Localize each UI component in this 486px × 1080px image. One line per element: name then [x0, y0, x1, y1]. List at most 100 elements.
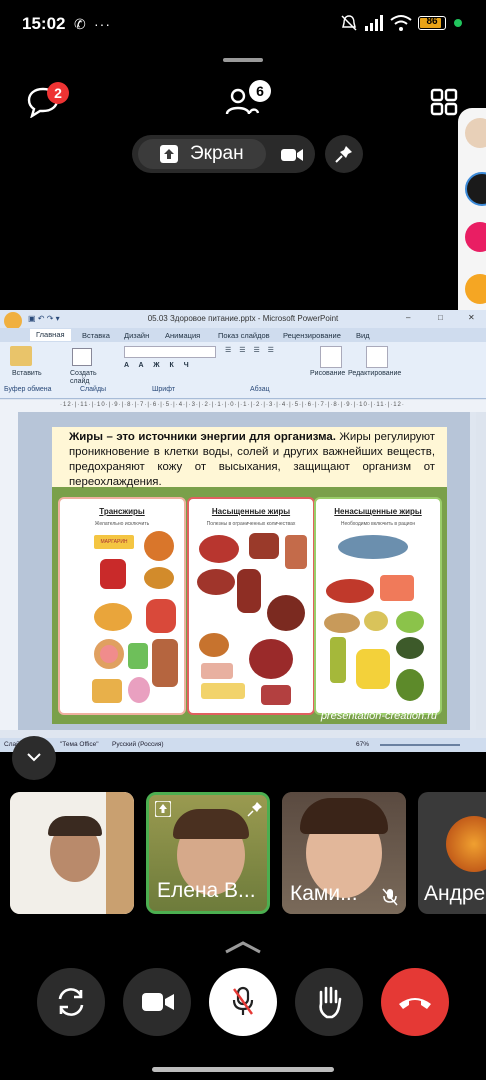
card-trans-fats-title: Трансжиры [99, 507, 145, 516]
almonds-icon [324, 613, 360, 633]
candy-icon [128, 643, 148, 669]
video-camera-icon[interactable] [280, 147, 304, 163]
tab-slideshow[interactable]: Показ слайдов [218, 331, 270, 340]
mic-toggle-button[interactable] [209, 968, 277, 1036]
drawing-icon[interactable] [320, 346, 342, 368]
tab-view[interactable]: Вид [356, 331, 370, 340]
tab-insert[interactable]: Вставка [82, 331, 110, 340]
screen-share-button[interactable]: Экран [138, 139, 266, 169]
card-unsaturated-fats-subtitle: Необходимо включить в рацион [340, 521, 416, 527]
participant-name: Елена В... [157, 879, 256, 902]
red-caviar-icon [326, 579, 374, 603]
chicken-icon [199, 633, 229, 657]
slide-text-bold: Жиры – это источники энергии для организ… [69, 431, 336, 443]
end-call-icon [399, 998, 431, 1009]
ribbon: Вставить Создать слайд A A Ж К Ч ☰ ☰ ☰ ☰… [0, 342, 486, 399]
participant-tile-1[interactable] [10, 792, 134, 914]
system-nav-bar[interactable] [152, 1067, 334, 1072]
font-name-field[interactable] [124, 346, 216, 358]
avocado-icon [396, 669, 424, 701]
share-upload-icon [160, 145, 178, 163]
screen-share-indicator-icon [155, 801, 171, 817]
horizontal-ruler: ·12·|·11·|·10·|·9·|·8·|·7·|·6·|·5·|·4·|·… [0, 400, 486, 412]
camera-toggle-button[interactable] [123, 968, 191, 1036]
lard-icon [201, 663, 233, 679]
card-trans-fats-subtitle: Желательно исключить [94, 521, 150, 527]
card-saturated-fats: Насыщенные жиры Полезны в ограниченных к… [187, 497, 315, 715]
seeds-icon [396, 611, 424, 633]
participant-tile-4[interactable]: Андре [418, 792, 486, 914]
drag-handle[interactable] [223, 58, 263, 62]
editing-icon[interactable] [366, 346, 388, 368]
burger-icon [144, 567, 174, 589]
end-call-button[interactable] [381, 968, 449, 1036]
zoom-slider[interactable] [380, 744, 460, 746]
pin-icon[interactable] [247, 801, 263, 817]
card-saturated-fats-subtitle: Полезны в ограниченных количествах [206, 521, 296, 527]
mic-muted-icon [232, 986, 254, 1015]
oil-jug-icon [356, 649, 390, 689]
butter-icon [201, 683, 245, 699]
salmon-icon [380, 575, 414, 601]
paste-label[interactable]: Вставить [12, 370, 42, 377]
sausages-icon [237, 569, 261, 613]
participant-hair [173, 809, 249, 839]
phone-icon: ✆ [74, 16, 86, 32]
switch-camera-button[interactable] [37, 968, 105, 1036]
hotdog-icon [146, 599, 176, 633]
pin-button[interactable] [325, 135, 363, 173]
collapse-button[interactable] [12, 736, 56, 780]
paragraph-buttons[interactable]: ☰ ☰ ☰ ☰ [225, 346, 277, 354]
vertical-scrollbar[interactable] [476, 412, 486, 730]
app-statusbar: Слайд 6 из 12 "Тема Office" Русский (Рос… [0, 738, 486, 752]
margarine-label: МАРГАРИН [94, 535, 134, 549]
cake-icon [92, 679, 122, 703]
pork-icon [261, 685, 291, 705]
raise-hand-button[interactable] [295, 968, 363, 1036]
new-slide-icon[interactable] [72, 348, 92, 366]
card-saturated-fats-title: Насыщенные жиры [211, 507, 291, 516]
drawing-label[interactable]: Рисование [310, 370, 345, 377]
slide-watermark: presentation-creation.ru [320, 710, 437, 722]
card-unsaturated-fats: Ненасыщенные жиры Необходимо включить в … [314, 497, 442, 715]
screen-share-label: Экран [190, 143, 244, 164]
olives-icon [396, 637, 424, 659]
participant-hair [300, 798, 388, 834]
new-slide-label[interactable]: Создать слайд [70, 370, 102, 386]
shared-screen[interactable]: ▣ ↶ ↷ ▾ 05.03 Здоровое питание.pptx - Mi… [0, 310, 486, 752]
participant-name: Ками... [290, 882, 358, 905]
tab-home[interactable]: Главная [30, 329, 71, 341]
tab-review[interactable]: Рецензирование [283, 331, 341, 340]
donut-icon [94, 639, 124, 669]
status-bar: 15:02 ✆ ··· 86 [0, 0, 486, 48]
maximize-button[interactable]: □ [438, 313, 443, 322]
screen-share-pill[interactable]: Экран [132, 135, 315, 173]
window-title: 05.03 Здоровое питание.pptx - Microsoft … [147, 314, 339, 323]
participant-tile-2[interactable]: Елена В... [146, 792, 270, 914]
card-unsaturated-fats-title: Ненасыщенные жиры [334, 507, 422, 516]
sausage-ring-icon [249, 639, 293, 679]
close-window-button[interactable]: ✕ [468, 313, 475, 322]
more-icon: ··· [94, 16, 111, 32]
slide[interactable]: Жиры – это источники энергии для организ… [52, 427, 447, 724]
vertical-ruler [0, 412, 18, 730]
zoom-level: 67% [356, 741, 370, 748]
clipboard-group-label: Буфер обмена [4, 386, 52, 393]
switch-camera-icon [58, 988, 84, 1016]
tab-design[interactable]: Дизайн [124, 331, 149, 340]
chevron-down-icon [27, 753, 41, 762]
editing-label[interactable]: Редактирование [348, 370, 401, 377]
ham-icon [197, 569, 235, 595]
font-group-label: Шрифт [152, 386, 176, 393]
participant-tile-3[interactable]: Ками... [282, 792, 406, 914]
bell-muted-icon [341, 15, 357, 31]
cupcake-icon [128, 677, 150, 703]
chevron-up-icon[interactable] [224, 940, 262, 954]
tab-animation[interactable]: Анимация [165, 331, 200, 340]
minimize-button[interactable]: – [406, 313, 410, 322]
paste-icon[interactable] [10, 346, 32, 366]
grid-view-icon[interactable] [430, 88, 458, 116]
card-trans-fats: Трансжиры Желательно исключить МАРГАРИН [58, 497, 186, 715]
language-indicator: Русский (Россия) [112, 741, 164, 748]
font-format-buttons[interactable]: A A Ж К Ч [124, 362, 193, 369]
